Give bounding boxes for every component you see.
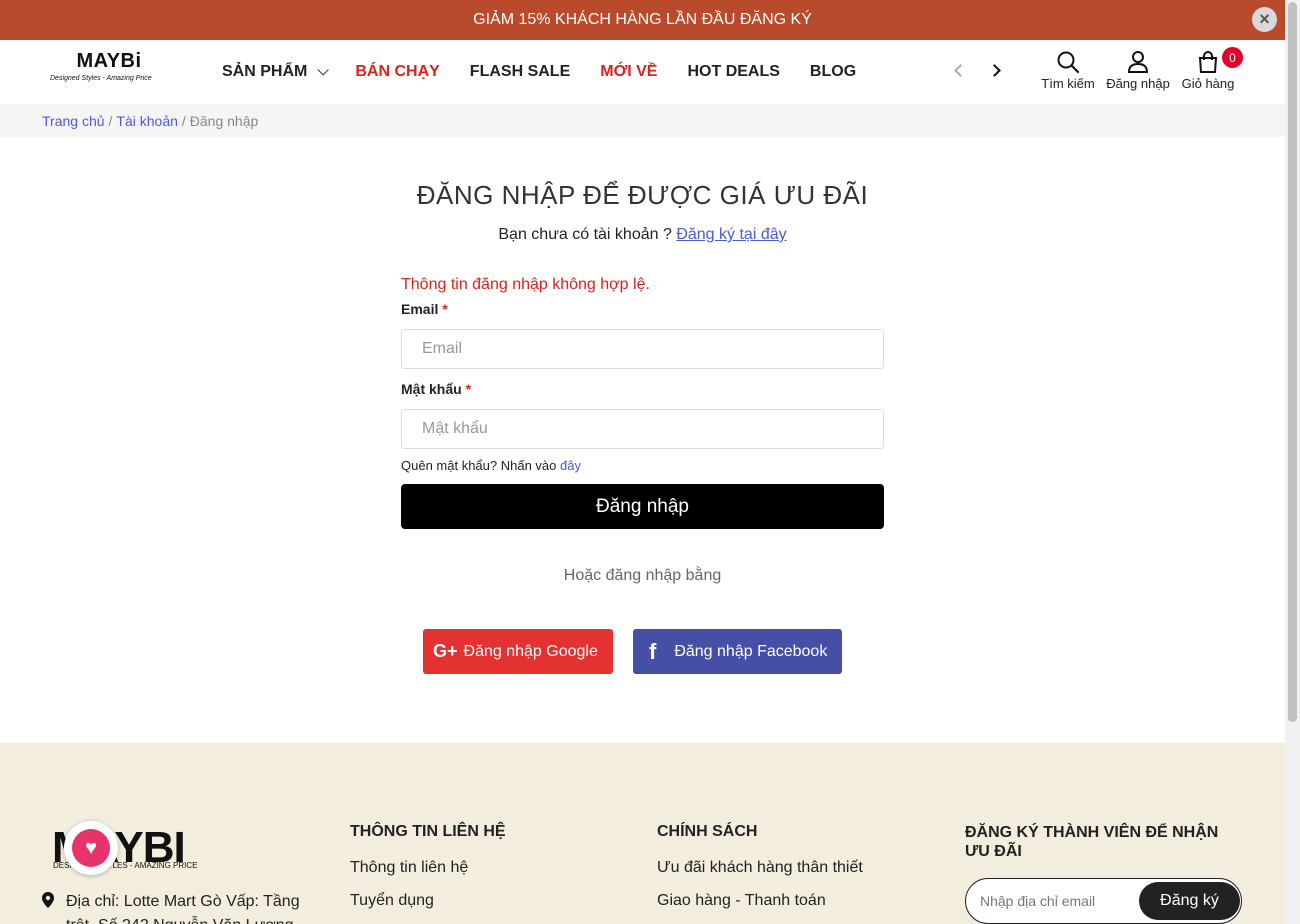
password-label: Mật khẩu *: [401, 381, 471, 397]
register-prompt: Bạn chưa có tài khoản ? Đăng ký tại đây: [0, 226, 1285, 244]
brand-logo[interactable]: MAYBi Designed Styles - Amazing Price: [50, 50, 175, 94]
site-header: MAYBi Designed Styles - Amazing Price SẢ…: [0, 40, 1285, 104]
search-icon: [1057, 51, 1080, 74]
nav-item-flash-sale[interactable]: FLASH SALE: [470, 63, 570, 81]
google-login-button[interactable]: G+ Đăng nhập Google: [423, 629, 613, 674]
search-label: Tìm kiếm: [1041, 76, 1095, 91]
forgot-password: Quên mật khẩu? Nhấn vào đây: [401, 458, 581, 473]
forgot-password-text: Quên mật khẩu? Nhấn vào: [401, 458, 557, 473]
subscribe-email-input[interactable]: [980, 887, 1130, 915]
nav-item-label: SẢN PHẨM: [222, 63, 308, 80]
scrollbar-thumb[interactable]: [1288, 2, 1297, 722]
login-submit-button[interactable]: Đăng nhập: [401, 484, 884, 529]
footer-subscribe-title: ĐĂNG KÝ THÀNH VIÊN ĐỂ NHẬN ƯU ĐÃI: [965, 824, 1219, 860]
required-mark: *: [465, 381, 472, 397]
footer-link-loyalty[interactable]: Ưu đãi khách hàng thân thiết: [657, 859, 863, 877]
required-mark: *: [442, 301, 448, 317]
email-label: Email *: [401, 301, 448, 317]
facebook-icon: f: [649, 638, 657, 664]
register-link[interactable]: Đăng ký tại đây: [676, 226, 786, 243]
forgot-password-link[interactable]: đây: [560, 458, 581, 473]
social-login-divider: Hoặc đăng nhập bằng: [563, 567, 722, 584]
footer-link-contact[interactable]: Thông tin liên hệ: [350, 859, 468, 877]
nav-item-label: BLOG: [809, 63, 857, 80]
user-icon: [1127, 51, 1149, 73]
nav-item-moi-ve[interactable]: MỚI VỀ: [600, 63, 657, 81]
promo-bar: GIẢM 15% KHÁCH HÀNG LẦN ĐẦU ĐĂNG KÝ: [0, 0, 1285, 40]
nav-item-san-pham[interactable]: SẢN PHẨM: [222, 63, 330, 81]
facebook-login-button[interactable]: f Đăng nhập Facebook: [633, 629, 842, 674]
cart-label: Giỏ hàng: [1181, 76, 1235, 91]
footer-policy-title: CHÍNH SÁCH: [657, 823, 758, 840]
breadcrumb-account[interactable]: Tài khoản: [116, 113, 177, 129]
nav-item-ban-chay[interactable]: BÁN CHẠY: [355, 63, 439, 81]
chevron-right-icon[interactable]: [988, 64, 1004, 78]
footer-contact-title: THÔNG TIN LIÊN HỆ: [350, 823, 506, 840]
footer-address: Địa chỉ: Lotte Mart Gò Vấp: Tầng trệt, S…: [42, 890, 306, 924]
cart-icon: [1198, 51, 1218, 73]
footer-link-careers[interactable]: Tuyển dụng: [350, 892, 434, 910]
facebook-login-label: Đăng nhập Facebook: [674, 642, 828, 660]
footer-link-shipping[interactable]: Giao hàng - Thanh toán: [657, 892, 826, 910]
password-label-text: Mật khẩu: [401, 381, 462, 397]
page-title: ĐĂNG NHẬP ĐỂ ĐƯỢC GIÁ ƯU ĐÃI: [416, 180, 869, 210]
subscribe-button[interactable]: Đăng ký: [1139, 882, 1240, 920]
close-icon[interactable]: ×: [1252, 7, 1277, 32]
heart-icon: ♥: [72, 829, 110, 867]
breadcrumb-current: Đăng nhập: [189, 112, 259, 129]
brand-tagline: Designed Styles - Amazing Price: [50, 75, 152, 82]
promo-text: GIẢM 15% KHÁCH HÀNG LẦN ĐẦU ĐĂNG KÝ: [473, 11, 812, 28]
nav-item-blog[interactable]: BLOG: [810, 63, 856, 81]
email-field[interactable]: [401, 329, 884, 369]
google-plus-icon: G+: [433, 641, 458, 661]
login-error-message: Thông tin đăng nhập không hợp lệ.: [401, 276, 650, 293]
wishlist-button[interactable]: ♥: [64, 821, 118, 875]
location-pin-icon: [42, 892, 54, 908]
scrollbar[interactable]: [1285, 0, 1300, 924]
login-button[interactable]: Đăng nhập: [1103, 50, 1173, 91]
login-label: Đăng nhập: [1106, 76, 1170, 91]
no-account-text: Bạn chưa có tài khoản ?: [498, 226, 672, 243]
main-nav: SẢN PHẨM BÁN CHẠY FLASH SALE MỚI VỀ HOT …: [222, 40, 886, 104]
nav-item-label: BÁN CHẠY: [355, 63, 440, 80]
cart-count-badge: 0: [1222, 47, 1243, 68]
search-button[interactable]: Tìm kiếm: [1040, 50, 1096, 91]
google-login-label: Đăng nhập Google: [463, 642, 598, 660]
nav-item-label: FLASH SALE: [469, 63, 571, 80]
nav-item-label: MỚI VỀ: [600, 63, 658, 80]
breadcrumb-separator: /: [108, 112, 113, 129]
chevron-down-icon: [317, 64, 330, 76]
breadcrumb: Trang chủ / Tài khoản / Đăng nhập: [0, 104, 1285, 137]
breadcrumb-home[interactable]: Trang chủ: [42, 113, 105, 129]
breadcrumb-separator: /: [181, 112, 186, 129]
email-label-text: Email: [401, 301, 439, 317]
nav-item-hot-deals[interactable]: HOT DEALS: [687, 63, 779, 81]
brand-name: MAYBi: [76, 50, 142, 72]
nav-item-label: HOT DEALS: [687, 63, 780, 80]
chevron-left-icon[interactable]: [952, 64, 967, 78]
password-field[interactable]: [401, 409, 884, 449]
footer-address-text: Địa chỉ: Lotte Mart Gò Vấp: Tầng trệt, S…: [66, 893, 300, 924]
subscribe-form: Đăng ký: [965, 878, 1242, 924]
site-footer: MAYBI DESIGNED STYLES - AMAZING PRICE ♥ …: [0, 743, 1285, 924]
